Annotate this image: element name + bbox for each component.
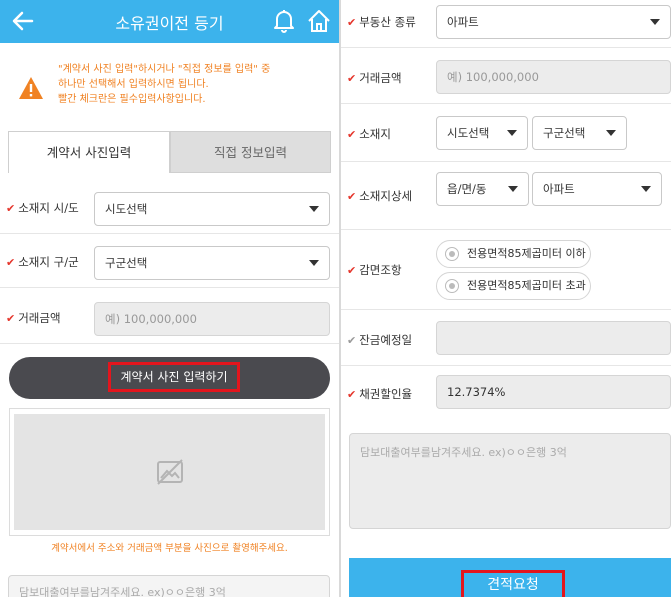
notice-line-3: 빨간 체크란은 필수입력사항입니다. — [58, 94, 206, 105]
check-icon: ✔ — [347, 388, 357, 401]
no-image-icon — [155, 458, 185, 486]
price-input[interactable]: 예) 100,000,000 — [94, 302, 330, 336]
dong-value: 읍/면/동 — [447, 182, 487, 196]
right-price-input[interactable]: 예) 100,000,000 — [436, 60, 671, 94]
location-detail-label: 소재지상세 — [359, 189, 413, 203]
property-type-label: 부동산 종류 — [359, 15, 416, 29]
bond-discount-row: ✔ 채권할인율 12.7374% — [341, 366, 671, 422]
price-row: ✔ 거래금액 예) 100,000,000 — [0, 292, 339, 344]
photo-input-button-label: 계약서 사진 입력하기 — [108, 362, 240, 392]
photo-input-button[interactable]: 계약서 사진 입력하기 — [9, 357, 330, 399]
property-type-select[interactable]: 아파트 — [436, 5, 671, 39]
balance-date-row: ✔ 잔금예정일 — [341, 310, 671, 366]
request-estimate-button[interactable]: 견적요청 — [349, 558, 671, 597]
check-icon: ✔ — [6, 256, 16, 269]
input-mode-tabs: 계약서 사진입력 직접 정보입력 — [8, 131, 331, 173]
left-screen: 소유권이전 등기 "계약서 사진 입력"하시거나 "직접 정보를 입력" 중 하… — [0, 0, 339, 597]
right-memo-placeholder: 담보대출여부를남겨주세요. ex)ㅇㅇ은행 3억 — [360, 446, 567, 459]
location-gugun-select[interactable]: 구군선택 — [532, 116, 627, 150]
app-header: 소유권이전 등기 — [0, 0, 339, 43]
tab-direct-input[interactable]: 직접 정보입력 — [170, 131, 331, 173]
sido-label: 소재지 시/도 — [18, 201, 79, 215]
bell-icon[interactable] — [272, 8, 296, 34]
bond-discount-value: 12.7374% — [447, 385, 506, 399]
location-row: ✔ 소재지 시도선택 구군선택 — [341, 104, 671, 162]
building-type-select[interactable]: 아파트 — [532, 172, 662, 206]
reduction-option-under-85[interactable]: 전용면적85제곱미터 이하 — [436, 240, 591, 268]
gugun-label: 소재지 구/군 — [18, 255, 79, 269]
right-screen: ✔ 부동산 종류 아파트 ✔ 거래금액 예) 100,000,000 ✔ 소재지 시도… — [341, 0, 671, 597]
property-type-value: 아파트 — [447, 15, 479, 29]
reduction-option-2-label: 전용면적85제곱미터 초과 — [467, 279, 586, 292]
caret-down-icon — [650, 19, 660, 25]
price-input-placeholder: 예) 100,000,000 — [105, 312, 197, 326]
price-label: 거래금액 — [18, 311, 61, 325]
check-icon: ✔ — [6, 202, 16, 215]
reduction-option-over-85[interactable]: 전용면적85제곱미터 초과 — [436, 272, 591, 300]
reduction-label: 감면조항 — [359, 263, 402, 277]
caret-down-icon — [508, 186, 518, 192]
photo-caption: 계약서에서 주소와 거래금액 부분을 사진으로 촬영해주세요. — [51, 543, 288, 554]
sido-select-value: 시도선택 — [105, 202, 148, 216]
reduction-option-1-label: 전용면적85제곱미터 이하 — [467, 247, 586, 260]
radio-icon — [445, 279, 459, 293]
location-detail-row: ✔ 소재지상세 읍/면/동 아파트 — [341, 162, 671, 230]
right-price-placeholder: 예) 100,000,000 — [447, 70, 539, 84]
bond-discount-input[interactable]: 12.7374% — [436, 375, 671, 409]
check-icon: ✔ — [347, 190, 357, 203]
check-icon: ✔ — [347, 334, 357, 347]
location-gugun-value: 구군선택 — [543, 126, 586, 140]
right-price-row: ✔ 거래금액 예) 100,000,000 — [341, 48, 671, 104]
caret-down-icon — [309, 206, 319, 212]
home-icon[interactable] — [306, 8, 332, 34]
caret-down-icon — [507, 130, 517, 136]
check-icon: ✔ — [347, 128, 357, 141]
dong-select[interactable]: 읍/면/동 — [436, 172, 529, 206]
check-icon: ✔ — [347, 16, 357, 29]
right-price-label: 거래금액 — [359, 71, 402, 85]
check-icon: ✔ — [347, 264, 357, 277]
bond-discount-label: 채권할인율 — [359, 387, 413, 401]
warning-icon — [18, 76, 44, 100]
gugun-row: ✔ 소재지 구/군 구군선택 — [0, 236, 339, 288]
right-memo-textarea[interactable]: 담보대출여부를남겨주세요. ex)ㅇㅇ은행 3억 — [349, 433, 671, 529]
check-icon: ✔ — [6, 312, 16, 325]
building-type-value: 아파트 — [543, 182, 575, 196]
sido-row: ✔ 소재지 시/도 시도선택 — [0, 182, 339, 234]
location-sido-select[interactable]: 시도선택 — [436, 116, 528, 150]
check-icon: ✔ — [347, 72, 357, 85]
radio-icon — [445, 247, 459, 261]
photo-preview[interactable] — [9, 408, 330, 536]
notice-line-1: "계약서 사진 입력"하시거나 "직접 정보를 입력" 중 — [58, 64, 271, 75]
memo-placeholder: 담보대출여부를남겨주세요. ex)ㅇㅇ은행 3억 — [19, 586, 226, 597]
notice-box: "계약서 사진 입력"하시거나 "직접 정보를 입력" 중 하나만 선택해서 입… — [18, 62, 328, 114]
caret-down-icon — [309, 260, 319, 266]
memo-textarea[interactable]: 담보대출여부를남겨주세요. ex)ㅇㅇ은행 3억 — [8, 575, 330, 597]
gugun-select-value: 구군선택 — [105, 256, 148, 270]
caret-down-icon — [606, 130, 616, 136]
balance-date-label: 잔금예정일 — [359, 333, 413, 347]
notice-line-2: 하나만 선택해서 입력하시면 됩니다. — [58, 79, 209, 90]
location-label: 소재지 — [359, 127, 391, 141]
sido-select[interactable]: 시도선택 — [94, 192, 330, 226]
property-type-row: ✔ 부동산 종류 아파트 — [341, 0, 671, 48]
tab-photo-input[interactable]: 계약서 사진입력 — [8, 131, 170, 173]
balance-date-input[interactable] — [436, 321, 671, 355]
location-sido-value: 시도선택 — [447, 126, 490, 140]
reduction-row: ✔ 감면조항 전용면적85제곱미터 이하 전용면적85제곱미터 초과 — [341, 230, 671, 310]
gugun-select[interactable]: 구군선택 — [94, 246, 330, 280]
request-estimate-label: 견적요청 — [461, 570, 565, 597]
caret-down-icon — [641, 186, 651, 192]
